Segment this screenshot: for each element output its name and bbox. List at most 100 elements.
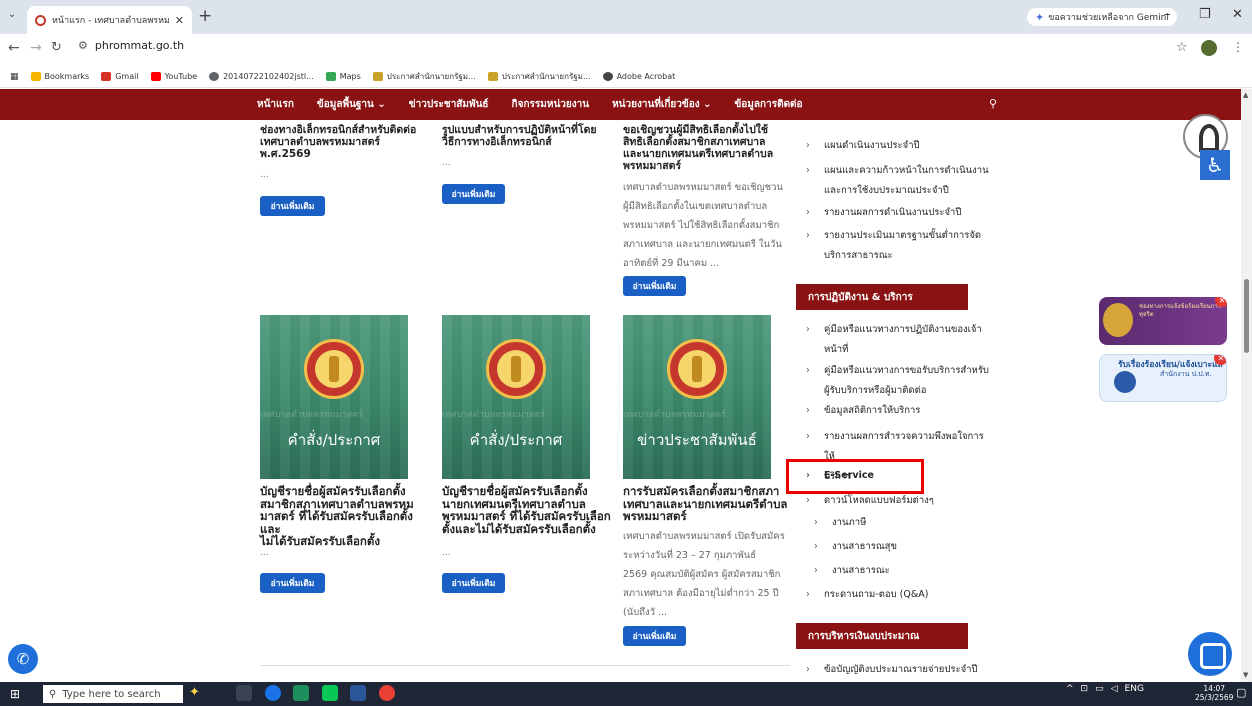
word-icon[interactable] bbox=[350, 685, 366, 701]
battery-icon[interactable]: ▭ bbox=[1095, 684, 1104, 694]
tray-chevron-icon[interactable]: ^ bbox=[1066, 684, 1074, 694]
scroll-up-icon[interactable]: ▲ bbox=[1243, 91, 1248, 99]
bookmark-label: ประกาศสำนักนายกรัฐม... bbox=[386, 72, 476, 81]
chevron-right-icon: › bbox=[814, 541, 818, 552]
page-scrollbar[interactable]: ▲ ▼ bbox=[1241, 89, 1252, 682]
bookmark-star-icon[interactable]: ☆ bbox=[1176, 40, 1188, 55]
read-more-button[interactable]: อ่านเพิ่มเติม bbox=[260, 573, 325, 593]
browser-tab-bar: ⌄ หน้าแรก - เทศบาลตำบลพรหมมาศ ✕ + ✦ ขอคว… bbox=[0, 0, 1252, 34]
edge-icon[interactable] bbox=[265, 685, 281, 701]
post-thumbnail[interactable]: เทศบาลตำบลพรหมมาสตร์ ข่าวประชาสัมพันธ์ bbox=[623, 315, 771, 479]
read-more-button[interactable]: อ่านเพิ่มเติม bbox=[260, 196, 325, 216]
nav-contact[interactable]: ข้อมูลการติดต่อ bbox=[734, 97, 802, 112]
bookmark-item[interactable]: Gmail bbox=[101, 72, 139, 81]
chevron-right-icon: › bbox=[806, 664, 810, 675]
reload-icon[interactable]: ↻ bbox=[51, 40, 62, 55]
ppt-logo-icon bbox=[1114, 371, 1136, 393]
chevron-right-icon: › bbox=[806, 431, 810, 442]
restore-button[interactable]: ❐ bbox=[1199, 7, 1211, 22]
chat-icon[interactable] bbox=[1188, 632, 1232, 676]
minimize-button[interactable]: – bbox=[1164, 7, 1171, 22]
post-title[interactable]: บัญชีรายชื่อผู้สมัครรับเลือกตั้ง สมาชิกส… bbox=[260, 485, 432, 548]
chevron-right-icon: › bbox=[806, 207, 810, 218]
nav-basic-info[interactable]: ข้อมูลพื้นฐาน ⌄ bbox=[317, 97, 386, 112]
banner-subtitle: สำนักงาน ป.ป.ท. bbox=[1160, 370, 1212, 378]
weather-icon[interactable]: ✦ bbox=[189, 685, 200, 700]
bookmark-item[interactable]: YouTube bbox=[150, 72, 198, 81]
post-thumbnail[interactable]: เทศบาลตำบลพรหมมาสตร์ คำสั่ง/ประกาศ bbox=[260, 315, 408, 479]
bookmark-label: YouTube bbox=[164, 72, 198, 81]
bookmark-label: Maps bbox=[339, 72, 361, 81]
post-title[interactable]: ขอเชิญชวนผู้มีสิทธิเลือกตั้งไปใช้ สิทธิเ… bbox=[623, 124, 798, 172]
post-title[interactable]: ช่องทางอิเล็กทรอนิกส์สำหรับติดต่อ เทศบาล… bbox=[260, 124, 430, 160]
post-thumbnail[interactable]: เทศบาลตำบลพรหมมาสตร์ คำสั่ง/ประกาศ bbox=[442, 315, 590, 479]
clock-date: 25/3/2569 bbox=[1195, 693, 1234, 702]
close-tab-icon[interactable]: ✕ bbox=[175, 14, 184, 27]
site-favicon-icon bbox=[35, 14, 46, 26]
close-window-button[interactable]: ✕ bbox=[1232, 7, 1243, 22]
chrome-icon[interactable] bbox=[379, 685, 395, 701]
post-excerpt: ... bbox=[260, 170, 269, 180]
post-title[interactable]: การรับสมัครเลือกตั้งสมาชิกสภา เทศบาลและน… bbox=[623, 485, 795, 523]
windows-start-icon[interactable]: ⊞ bbox=[10, 687, 20, 701]
chevron-right-icon: › bbox=[806, 405, 810, 416]
nav-activities[interactable]: กิจกรรมหน่วยงาน bbox=[512, 97, 590, 112]
nav-home[interactable]: หน้าแรก bbox=[257, 97, 294, 112]
back-icon[interactable]: ← bbox=[8, 40, 20, 56]
thumbnail-label: คำสั่ง/ประกาศ bbox=[287, 431, 381, 449]
municipal-emblem-icon bbox=[486, 339, 546, 399]
read-more-button[interactable]: อ่านเพิ่มเติม bbox=[623, 626, 686, 646]
site-info-icon[interactable]: ⚙ bbox=[78, 39, 88, 52]
post-title[interactable]: บัญชีรายชื่อผู้สมัครรับเลือกตั้ง นายกเทศ… bbox=[442, 485, 614, 535]
apps-icon[interactable]: ▦ bbox=[10, 72, 19, 82]
accessibility-tool-icon[interactable]: ✆ bbox=[8, 644, 38, 674]
scrollbar-thumb[interactable] bbox=[1244, 279, 1249, 353]
task-view-icon[interactable] bbox=[236, 685, 252, 701]
search-icon[interactable]: ⚲ bbox=[989, 97, 997, 110]
close-icon[interactable]: ✕ bbox=[1214, 355, 1226, 365]
nav-news[interactable]: ข่าวประชาสัมพันธ์ bbox=[409, 97, 489, 112]
file-explorer-icon[interactable] bbox=[293, 685, 309, 701]
menu-icon[interactable]: ⋮ bbox=[1232, 40, 1244, 54]
seal-icon bbox=[1103, 303, 1133, 337]
scroll-down-icon[interactable]: ▼ bbox=[1243, 671, 1248, 679]
new-tab-button[interactable]: + bbox=[198, 6, 212, 26]
close-icon[interactable]: ✕ bbox=[1215, 297, 1227, 307]
url-text: phrommat.go.th bbox=[94, 39, 185, 52]
complaint-banner[interactable]: รับเรื่องร้องเรียน/แจ้งเบาะแส สำนักงาน ป… bbox=[1099, 354, 1227, 402]
bookmark-item[interactable]: ประกาศสำนักนายกรัฐม... bbox=[487, 70, 591, 83]
search-icon: ⚲ bbox=[49, 688, 57, 700]
nav-related-agencies[interactable]: หน่วยงานที่เกี่ยวข้อง ⌄ bbox=[612, 97, 711, 112]
bookmark-item[interactable]: 20140722102402jstl... bbox=[209, 72, 314, 81]
language-indicator[interactable]: ENG bbox=[1125, 684, 1144, 694]
taskbar-search-input[interactable]: ⚲ Type here to search bbox=[43, 685, 183, 703]
chevron-right-icon: › bbox=[806, 140, 810, 151]
bookmark-item[interactable]: ประกาศสำนักนายกรัฐม... bbox=[372, 70, 476, 83]
chevron-right-icon: › bbox=[806, 589, 810, 600]
bookmark-item[interactable]: Adobe Acrobat bbox=[602, 72, 675, 81]
bookmark-item[interactable]: Maps bbox=[325, 72, 361, 81]
tab-active[interactable]: หน้าแรก - เทศบาลตำบลพรหมมาศ ✕ bbox=[27, 6, 192, 34]
system-clock[interactable]: 14:07 25/3/2569 bbox=[1195, 684, 1233, 702]
forward-icon[interactable]: → bbox=[30, 40, 42, 56]
read-more-button[interactable]: อ่านเพิ่มเติม bbox=[442, 573, 505, 593]
url-field[interactable]: ⚙ phrommat.go.th bbox=[78, 39, 184, 52]
volume-icon[interactable]: ◁ bbox=[1111, 684, 1118, 694]
post-title[interactable]: รูปแบบสำหรับการปฏิบัติหน้าที่โดย วิธีการ… bbox=[442, 124, 617, 148]
tab-search-menu[interactable]: ⌄ bbox=[8, 9, 16, 20]
network-icon[interactable]: ⊡ bbox=[1081, 684, 1089, 694]
bookmark-label: 20140722102402jstl... bbox=[223, 72, 314, 81]
profile-avatar[interactable] bbox=[1201, 40, 1217, 56]
read-more-button[interactable]: อ่านเพิ่มเติม bbox=[442, 184, 505, 204]
bookmark-item[interactable]: Bookmarks bbox=[30, 72, 89, 81]
wheelchair-accessibility-icon[interactable]: ♿ bbox=[1200, 150, 1230, 180]
gemini-button[interactable]: ✦ ขอความช่วยเหลือจาก Gemini bbox=[1027, 8, 1177, 26]
chevron-right-icon: › bbox=[806, 165, 810, 176]
chevron-right-icon: › bbox=[806, 230, 810, 241]
read-more-button[interactable]: อ่านเพิ่มเติม bbox=[623, 276, 686, 296]
municipal-emblem-icon bbox=[667, 339, 727, 399]
search-placeholder: Type here to search bbox=[62, 688, 161, 700]
anti-corruption-banner[interactable]: ช่องทางการแจ้งข้อร้องเรียนการทุจริต ✕ bbox=[1099, 297, 1227, 345]
line-icon[interactable] bbox=[322, 685, 338, 701]
notification-icon[interactable]: ▢ bbox=[1236, 686, 1246, 699]
